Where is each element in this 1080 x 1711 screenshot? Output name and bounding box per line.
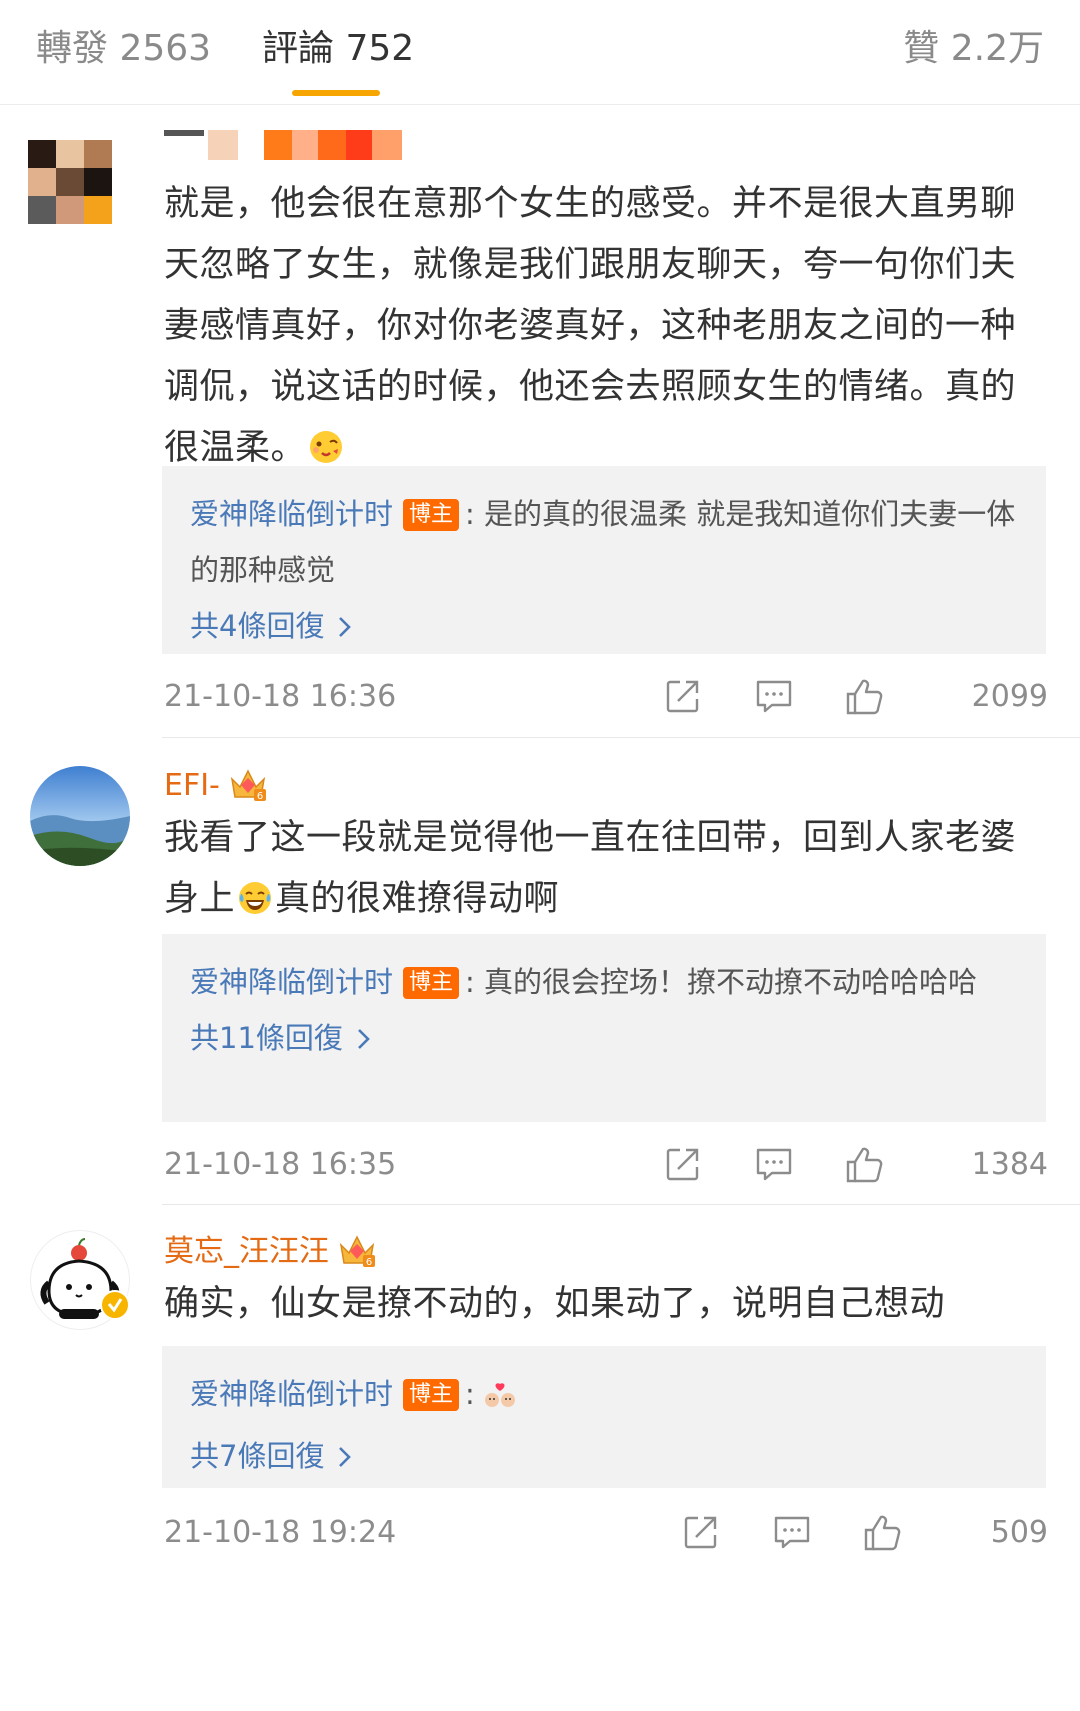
like-count: 1384 (971, 1147, 1048, 1182)
comment-divider (162, 1204, 1080, 1205)
avatar[interactable] (30, 1230, 130, 1330)
view-replies-link[interactable]: 共4條回復 (190, 598, 1018, 656)
reply-preview[interactable]: 爱神降临倒计时 博主: 是的真的很温柔 就是我知道你们夫妻一体的那种感觉 共4條回… (162, 466, 1046, 654)
comment-icon[interactable] (754, 1145, 794, 1187)
blogger-badge: 博主 (403, 1379, 460, 1411)
share-icon[interactable] (682, 1513, 720, 1555)
comment-text: 就是，他会很在意那个女生的感受。并不是很大直男聊天忽略了女生，就像是我们跟朋友聊… (164, 174, 1034, 485)
vip-crown-icon: 6 (337, 1231, 377, 1273)
reply-line: 爱神降临倒计时 博主: 真的很会控场！撩不动撩不动哈哈哈哈 (190, 954, 1018, 1010)
comment-meta-row: 21-10-18 16:36 2099 (164, 674, 1048, 720)
comment-divider (162, 737, 1080, 738)
view-replies-link[interactable]: 共7條回復 (190, 1428, 1018, 1486)
tab-reposts[interactable]: 轉發 2563 (36, 24, 211, 74)
username-row: EFI- 6 (164, 764, 268, 808)
svg-text:6: 6 (366, 1257, 372, 1268)
vip-crown-icon: 6 (228, 765, 268, 807)
avatar[interactable] (28, 140, 112, 224)
reply-author-link[interactable]: 爱神降临倒计时 (190, 497, 393, 531)
laughing-tears-icon (237, 875, 273, 936)
chevron-right-icon (338, 1430, 352, 1486)
comment-meta-row: 21-10-18 16:35 1384 (164, 1142, 1048, 1188)
thumbs-up-icon[interactable] (844, 677, 884, 721)
reply-text: : 真的很会控场！撩不动撩不动哈哈哈哈 (465, 965, 978, 999)
comment-icon[interactable] (754, 677, 794, 719)
view-replies-link[interactable]: 共11條回復 (190, 1010, 1018, 1068)
reply-author-link[interactable]: 爱神降临倒计时 (190, 1377, 393, 1411)
verified-badge-icon (99, 1289, 131, 1325)
reply-author-link[interactable]: 爱神降临倒计时 (190, 965, 393, 999)
comment-text: 我看了这一段就是觉得他一直在往回带，回到人家老婆身上 真的很难撩得动啊 (164, 808, 1034, 936)
chevron-right-icon (338, 600, 352, 656)
like-count: 509 (990, 1515, 1048, 1550)
couple-hearts-icon (483, 1372, 517, 1428)
svg-text:6: 6 (257, 791, 263, 802)
comment-timestamp: 21-10-18 16:36 (164, 679, 397, 714)
comment-tab-bar: 轉發 2563 評論 752 贊 2.2万 (0, 0, 1080, 105)
reply-text: : (465, 1377, 475, 1411)
reply-line: 爱神降临倒计时 博主: (190, 1366, 1018, 1428)
thumbs-up-icon[interactable] (862, 1513, 902, 1557)
share-icon[interactable] (664, 677, 702, 719)
avatar[interactable] (30, 766, 130, 866)
username-row: 莫忘_汪汪汪 6 (164, 1230, 377, 1274)
comment-timestamp: 21-10-18 19:24 (164, 1515, 397, 1550)
comment-icon[interactable] (772, 1513, 812, 1555)
username[interactable]: 莫忘_汪汪汪 (164, 1234, 329, 1269)
blogger-badge: 博主 (403, 967, 460, 999)
tab-likes[interactable]: 贊 2.2万 (903, 24, 1044, 74)
blurred-username[interactable] (164, 130, 424, 160)
tab-comments[interactable]: 評論 752 (262, 24, 414, 74)
comment-text: 确实，仙女是撩不动的，如果动了，说明自己想动 (164, 1284, 946, 1324)
blogger-badge: 博主 (403, 499, 460, 531)
chevron-right-icon (357, 1012, 371, 1068)
reply-preview[interactable]: 爱神降临倒计时 博主: 共7條回復 (162, 1346, 1046, 1488)
reply-preview[interactable]: 爱神降临倒计时 博主: 真的很会控场！撩不动撩不动哈哈哈哈 共11條回復 (162, 934, 1046, 1122)
comment-meta-row: 21-10-18 19:24 509 (164, 1510, 1048, 1556)
share-icon[interactable] (664, 1145, 702, 1187)
comment-timestamp: 21-10-18 16:35 (164, 1147, 397, 1182)
active-tab-indicator (292, 90, 380, 96)
thumbs-up-icon[interactable] (844, 1145, 884, 1189)
like-count: 2099 (971, 679, 1048, 714)
username[interactable]: EFI- (164, 768, 220, 803)
reply-line: 爱神降临倒计时 博主: 是的真的很温柔 就是我知道你们夫妻一体的那种感觉 (190, 486, 1018, 598)
